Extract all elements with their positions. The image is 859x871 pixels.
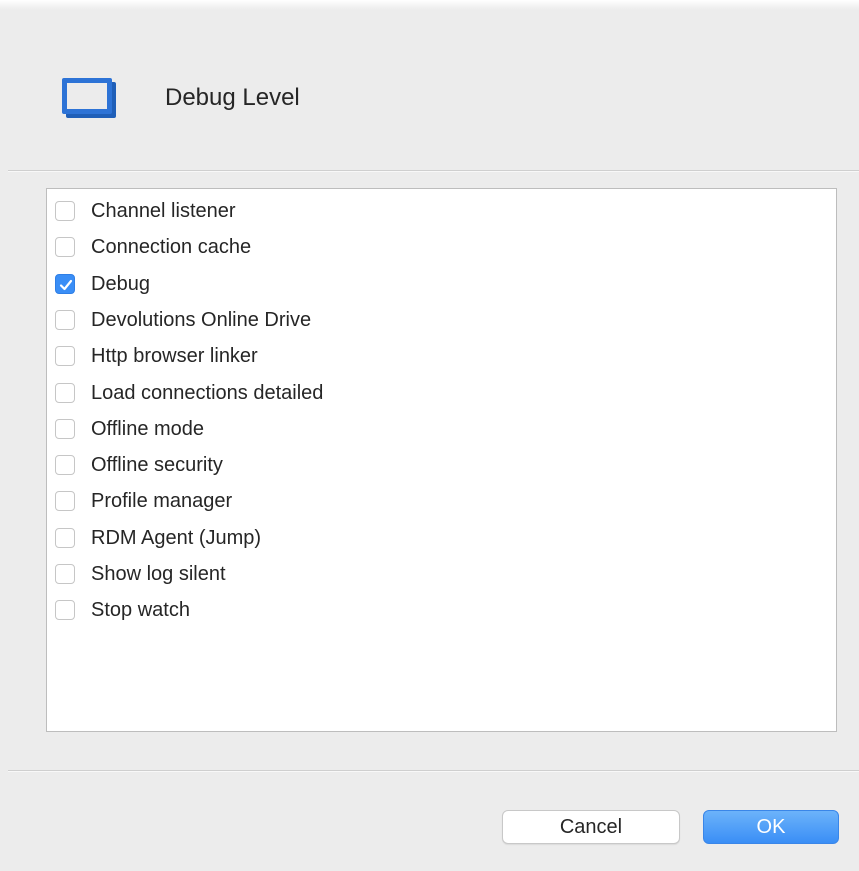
checkbox[interactable] bbox=[55, 564, 75, 584]
debug-options-list[interactable]: Channel listener Connection cache Debug Dev… bbox=[46, 188, 837, 732]
checkbox-checked[interactable] bbox=[55, 273, 75, 294]
window-icon bbox=[62, 78, 116, 118]
list-item[interactable]: Debug bbox=[47, 266, 827, 302]
list-item-label: Debug bbox=[91, 272, 150, 295]
ok-button[interactable]: OK bbox=[703, 810, 839, 844]
list-item[interactable]: Show log silent bbox=[47, 556, 827, 592]
list-item[interactable]: RDM Agent (Jump) bbox=[47, 520, 827, 556]
checkbox[interactable] bbox=[55, 201, 75, 221]
list-item[interactable]: Offline security bbox=[47, 447, 827, 483]
list-item[interactable]: Stop watch bbox=[47, 592, 827, 628]
list-item-label: Show log silent bbox=[91, 563, 226, 585]
header-divider bbox=[8, 170, 859, 172]
title-bar-shadow bbox=[0, 0, 859, 10]
dialog-title: Debug Level bbox=[165, 84, 300, 111]
list-item-label: Profile manager bbox=[91, 490, 233, 513]
list-item[interactable]: Channel listener bbox=[47, 193, 827, 229]
checkbox[interactable] bbox=[55, 491, 75, 512]
checkbox[interactable] bbox=[55, 455, 75, 476]
checkbox[interactable] bbox=[55, 600, 75, 621]
checkbox[interactable] bbox=[55, 418, 75, 439]
cancel-button[interactable]: Cancel bbox=[502, 810, 680, 844]
list-item[interactable]: Devolutions Online Drive bbox=[47, 302, 827, 338]
list-item-label: Connection cache bbox=[91, 236, 252, 259]
debug-level-dialog: Debug Level Channel listener Connection c… bbox=[0, 0, 859, 871]
list-item-label: Offline security bbox=[91, 454, 223, 477]
dialog-header: Debug Level bbox=[0, 10, 859, 170]
checkbox[interactable] bbox=[55, 527, 75, 548]
checkbox[interactable] bbox=[55, 309, 75, 330]
list-item-label: Load connections detailed bbox=[91, 381, 324, 404]
list-item-label: Http browser linker bbox=[91, 345, 258, 368]
list-item[interactable]: Profile manager bbox=[47, 483, 827, 519]
list-item[interactable]: Offline mode bbox=[47, 411, 827, 447]
list-item[interactable]: Connection cache bbox=[47, 229, 827, 265]
checkbox[interactable] bbox=[55, 346, 75, 367]
footer-divider bbox=[8, 770, 859, 772]
checkbox[interactable] bbox=[55, 382, 75, 403]
list-item[interactable]: Http browser linker bbox=[47, 338, 827, 374]
checkbox[interactable] bbox=[55, 237, 75, 258]
list-item-label: Devolutions Online Drive bbox=[91, 308, 312, 331]
checkmark-icon bbox=[59, 279, 73, 290]
list-item-label: Stop watch bbox=[91, 599, 190, 622]
list-item-label: Channel listener bbox=[91, 200, 236, 222]
list-item[interactable]: Load connections detailed bbox=[47, 375, 827, 411]
list-item-label: Offline mode bbox=[91, 417, 205, 440]
list-item-label: RDM Agent (Jump) bbox=[91, 526, 262, 549]
